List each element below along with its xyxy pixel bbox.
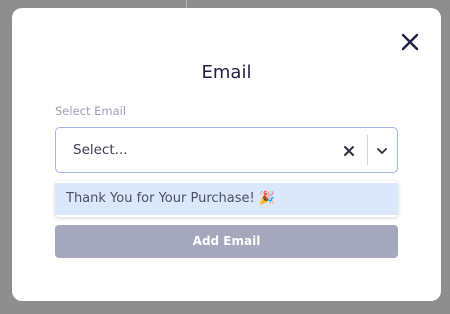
modal-title: Email bbox=[201, 62, 252, 83]
clear-icon bbox=[344, 146, 354, 156]
select-divider bbox=[367, 135, 368, 165]
close-icon bbox=[401, 33, 419, 51]
add-email-button[interactable]: Add Email bbox=[55, 225, 398, 258]
select-placeholder: Select... bbox=[73, 142, 128, 158]
close-button[interactable] bbox=[398, 30, 422, 54]
email-select[interactable]: Select... bbox=[55, 127, 398, 173]
email-option[interactable]: Thank You for Your Purchase! 🎉 bbox=[55, 183, 398, 215]
select-email-label: Select Email bbox=[55, 104, 127, 118]
email-modal: Email Select Email Select... Thank You f… bbox=[12, 8, 441, 301]
backdrop-divider bbox=[186, 0, 187, 8]
dropdown-toggle[interactable] bbox=[375, 143, 389, 157]
chevron-down-icon bbox=[377, 148, 387, 154]
clear-selection-button[interactable] bbox=[342, 143, 356, 157]
email-dropdown-menu: Thank You for Your Purchase! 🎉 bbox=[55, 181, 398, 217]
